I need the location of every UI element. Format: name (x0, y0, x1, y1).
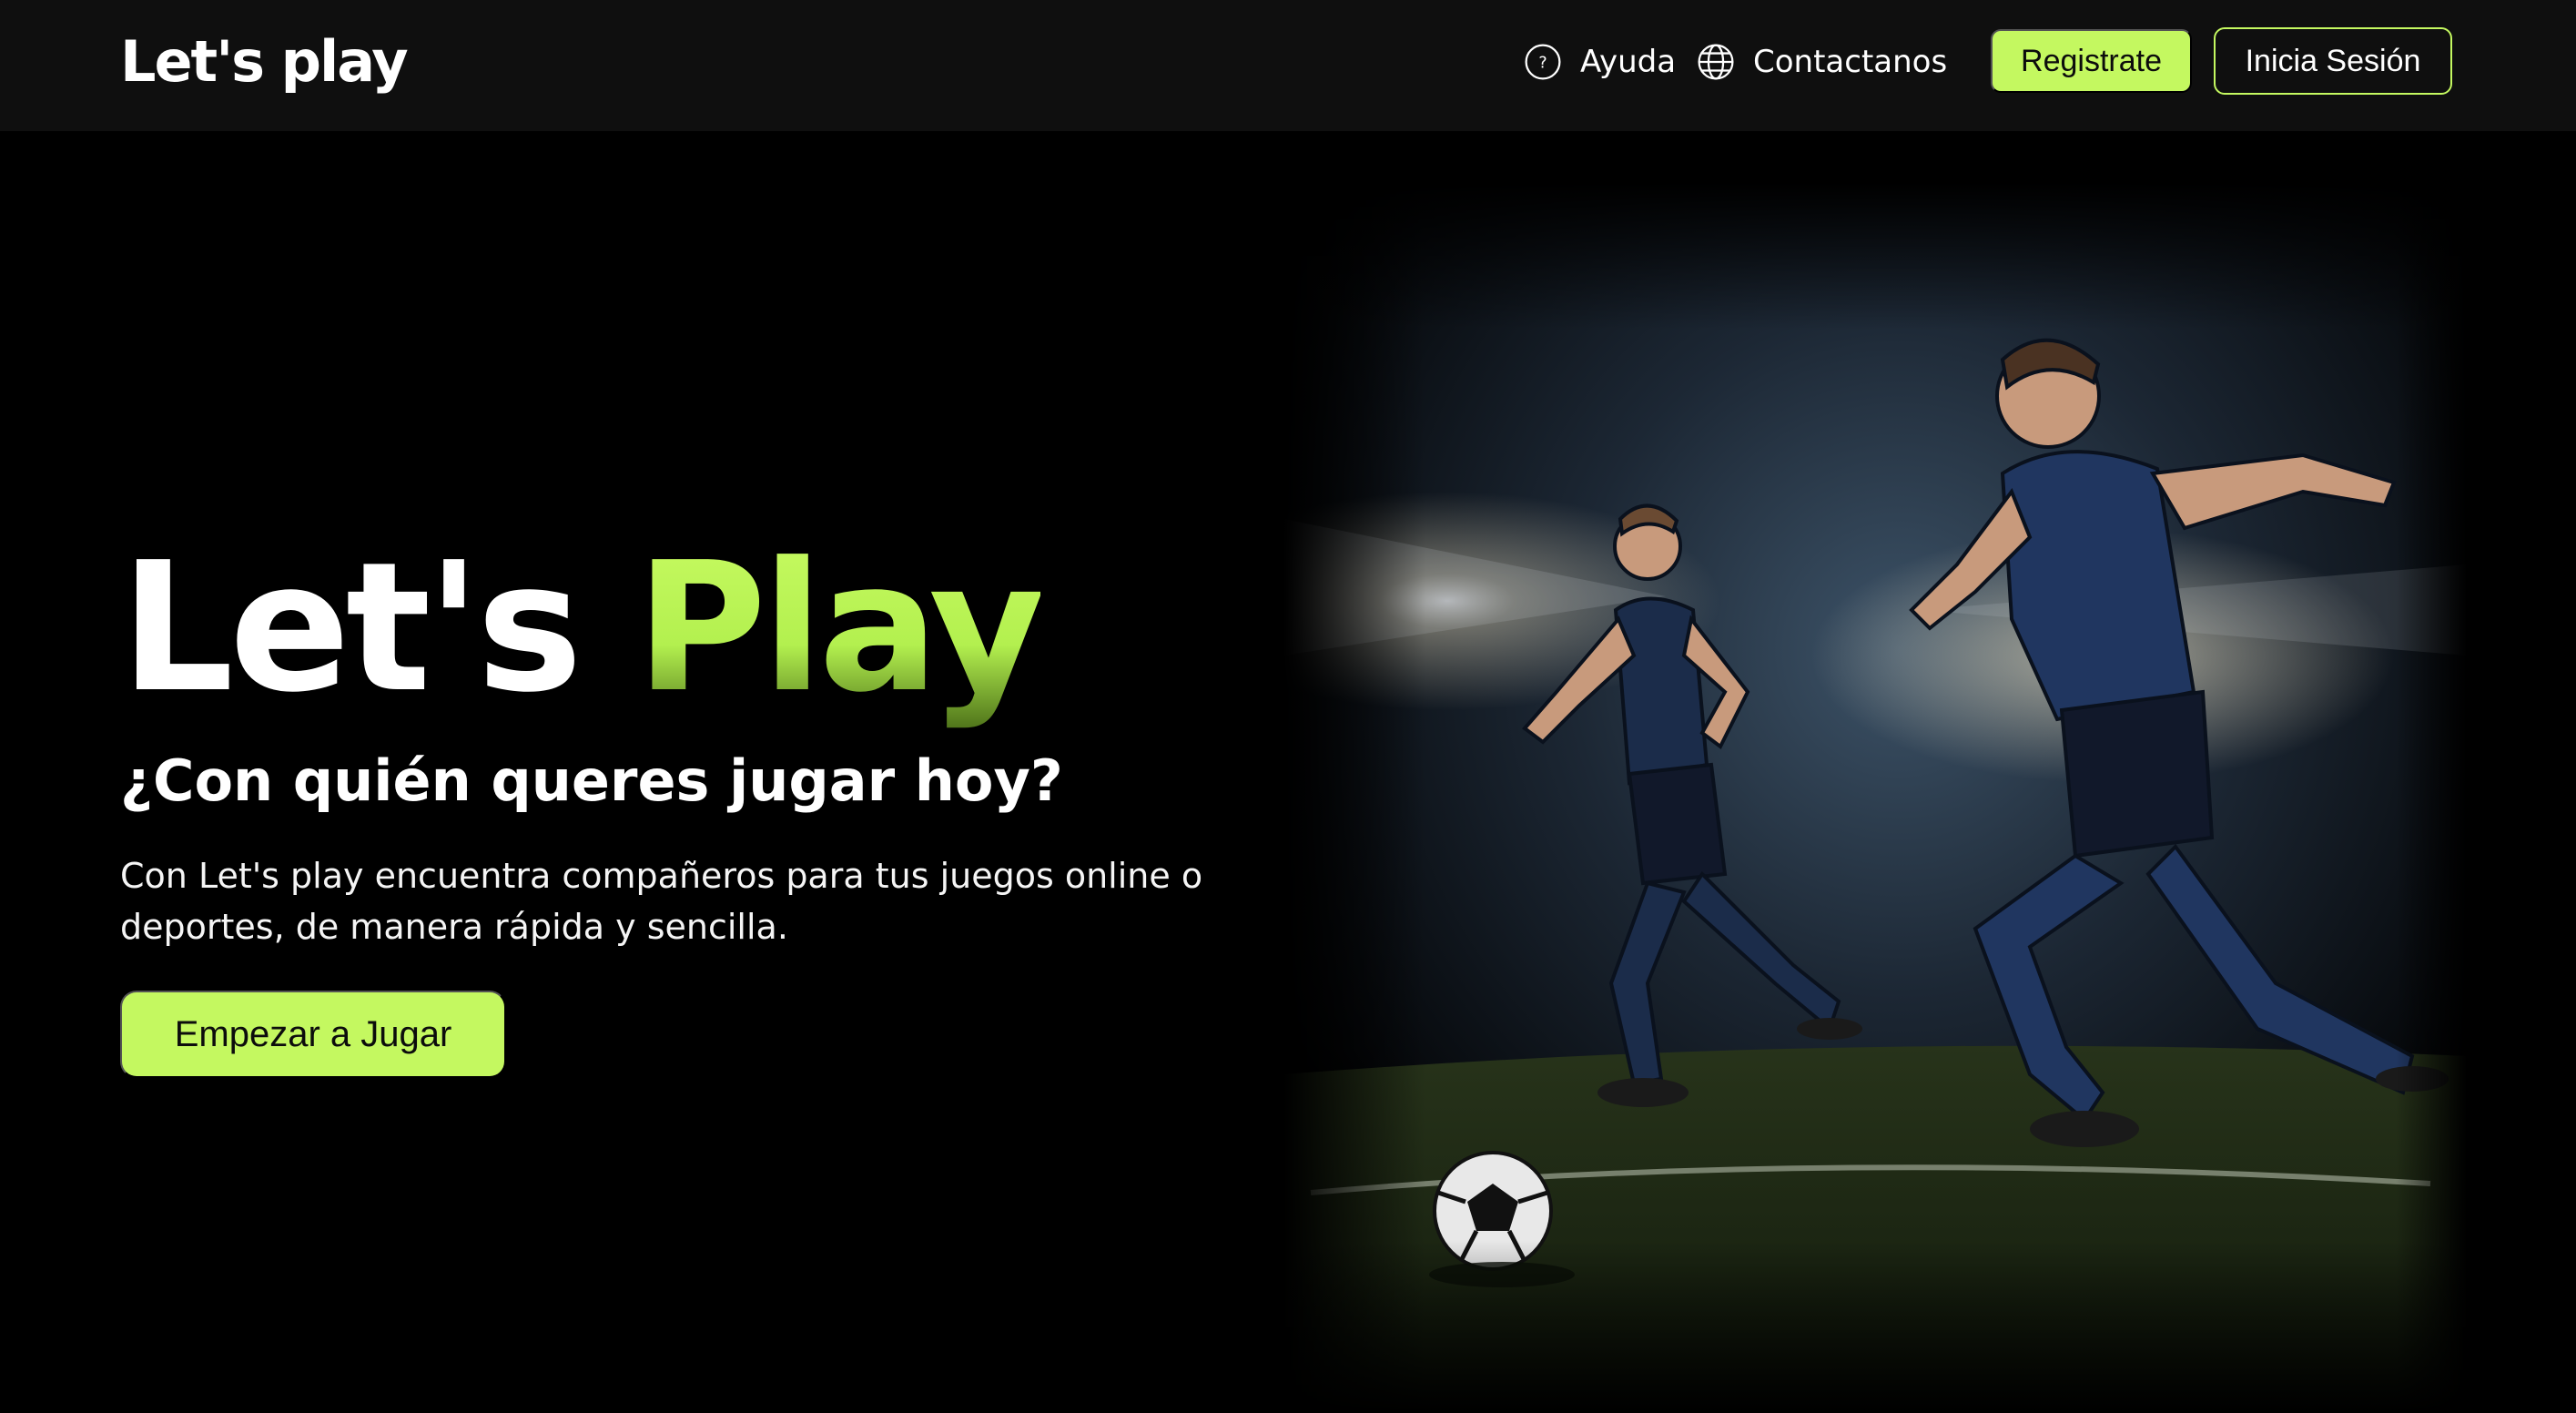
nav-link-ayuda[interactable]: ? Ayuda (1524, 40, 1676, 84)
hero-title-play: Play (635, 524, 1045, 732)
hero-description: Con Let's play encuentra compañeros para… (120, 856, 1203, 947)
hero-title: Let's Play (120, 519, 1045, 737)
svg-text:?: ? (1538, 54, 1547, 72)
nav-link-label: Contactanos (1753, 44, 1948, 80)
hero-title-lets: Let's (120, 524, 583, 732)
globe-icon (1698, 44, 1734, 80)
brand-logo[interactable]: Let's play (120, 24, 409, 100)
nav-link-label: Ayuda (1580, 44, 1677, 80)
top-navigation-bar: Let's play ? Ayuda Contactanos Registrat… (0, 0, 2576, 131)
register-button[interactable]: Registrate (1991, 29, 2192, 93)
login-button[interactable]: Inicia Sesión (2214, 27, 2452, 95)
soccer-players-photo (1283, 182, 2467, 1413)
help-circle-icon: ? (1525, 44, 1561, 80)
hero-subtitle: ¿Con quién queres jugar hoy? (120, 747, 1063, 814)
start-playing-button[interactable]: Empezar a Jugar (120, 991, 506, 1078)
nav-link-contactanos[interactable]: Contactanos (1697, 40, 1947, 84)
